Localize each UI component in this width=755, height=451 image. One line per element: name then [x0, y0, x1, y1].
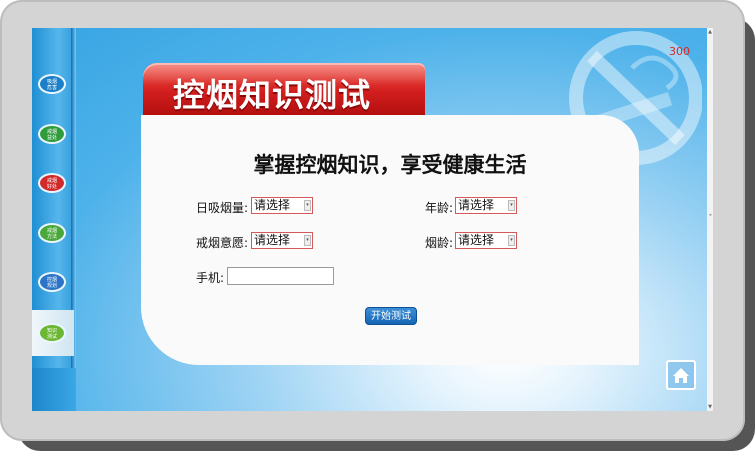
quit-will-select[interactable]: 请选择 ▾ — [251, 232, 313, 249]
quit-will-select-value: 请选择 — [254, 233, 291, 247]
age-label: 年龄: — [425, 201, 454, 215]
age-select[interactable]: 请选择 ▾ — [455, 197, 517, 214]
quiz-form-panel: 掌握控烟知识，享受健康生活 日吸烟量: 请选择 ▾ 年龄: 请选择 ▾ 戒烟意愿… — [141, 115, 639, 365]
sidebar-item-label: 控烟 规划 — [46, 277, 57, 289]
daily-smoke-label: 日吸烟量: — [196, 201, 249, 215]
counter-value: 300 — [669, 45, 690, 58]
phone-input[interactable] — [227, 267, 334, 285]
sidebar-item-label: 吸烟 危害 — [46, 79, 57, 91]
scroll-up-icon[interactable]: ▲ — [707, 28, 713, 36]
smoke-years-select-value: 请选择 — [458, 233, 495, 247]
scroll-thumb[interactable]: ◂ — [707, 211, 713, 219]
sidebar-item-2[interactable]: 戒烟 益处 — [38, 124, 66, 144]
page-title: 控烟知识测试 — [173, 76, 372, 114]
scroll-down-icon[interactable]: ▼ — [707, 403, 713, 411]
daily-smoke-select[interactable]: 请选择 ▾ — [251, 197, 313, 214]
sidebar-item-5[interactable]: 控烟 规划 — [38, 272, 66, 292]
sidebar-bottom — [32, 368, 76, 411]
chevron-down-icon[interactable]: ▾ — [508, 235, 515, 246]
home-button[interactable] — [666, 360, 696, 390]
start-test-button[interactable]: 开始测试 — [365, 307, 417, 325]
sidebar-item-6-active[interactable]: 知识 测试 — [38, 323, 66, 343]
sidebar-item-label: 戒烟 好处 — [46, 178, 57, 190]
daily-smoke-select-value: 请选择 — [254, 198, 291, 212]
form-heading: 掌握控烟知识，享受健康生活 — [253, 153, 527, 177]
sidebar-item-3[interactable]: 戒烟 好处 — [38, 173, 66, 193]
sidebar-item-label: 知识 测试 — [46, 328, 57, 340]
age-select-value: 请选择 — [458, 198, 495, 212]
chevron-down-icon[interactable]: ▾ — [508, 200, 515, 211]
sidebar-item-label: 戒烟 方法 — [46, 228, 57, 240]
phone-label: 手机: — [196, 271, 225, 285]
sidebar-item-label: 戒烟 益处 — [46, 129, 57, 141]
sidebar-item-4[interactable]: 戒烟 方法 — [38, 223, 66, 243]
smoke-years-select[interactable]: 请选择 ▾ — [455, 232, 517, 249]
quit-will-label: 戒烟意愿: — [196, 236, 249, 250]
app-screen: 吸烟 危害 戒烟 益处 戒烟 好处 戒烟 方法 控烟 规划 知识 测试 300 … — [32, 28, 708, 411]
sidebar-item-1[interactable]: 吸烟 危害 — [38, 74, 66, 94]
title-banner: 控烟知识测试 — [143, 63, 425, 115]
chevron-down-icon[interactable]: ▾ — [304, 200, 311, 211]
smoke-years-label: 烟龄: — [425, 236, 454, 250]
chevron-down-icon[interactable]: ▾ — [304, 235, 311, 246]
vertical-scrollbar[interactable] — [707, 28, 713, 411]
home-icon — [673, 368, 689, 383]
